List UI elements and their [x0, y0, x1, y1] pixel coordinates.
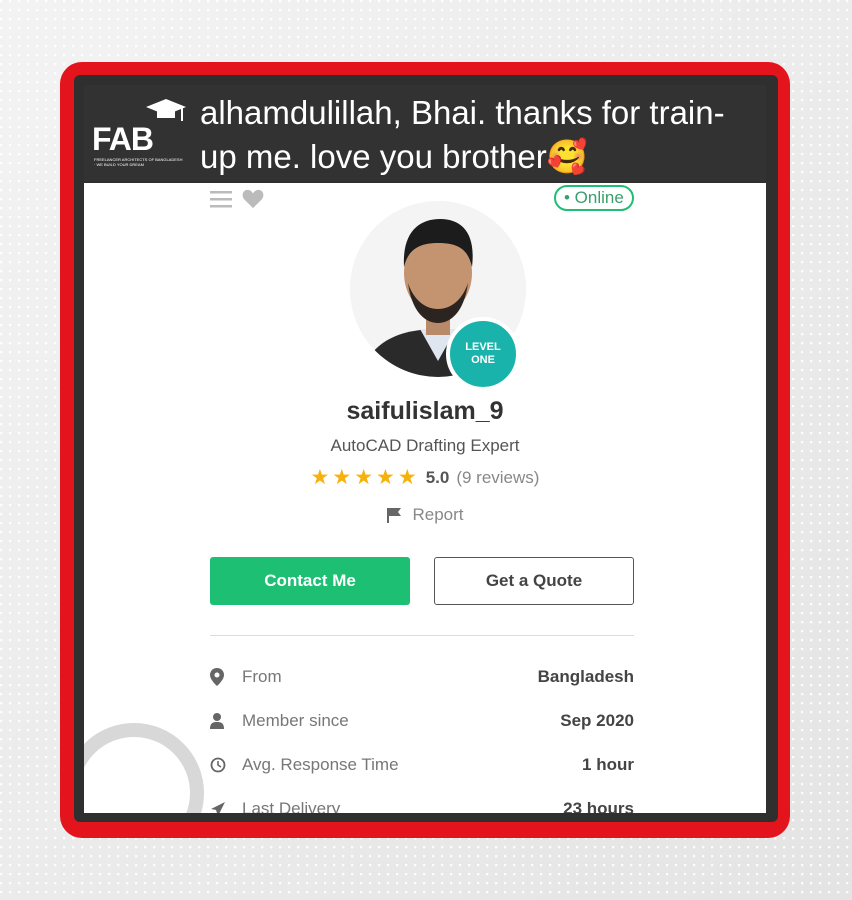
stat-label: Last Delivery	[242, 799, 341, 813]
stat-label: From	[242, 667, 282, 686]
fab-logo: FAB FREELANCER ARCHITECTS OF BANGLADESH …	[92, 97, 186, 167]
rating-row: ★ ★ ★ ★ ★ 5.0 (9 reviews)	[84, 467, 766, 488]
logo-text: FAB	[92, 121, 154, 157]
rating-value: 5.0	[425, 467, 450, 487]
contact-me-button[interactable]: Contact Me	[210, 557, 410, 605]
stat-value: Sep 2020	[560, 711, 634, 730]
star-icon: ★	[310, 466, 330, 489]
paper-plane-icon	[210, 801, 242, 813]
stat-value: 1 hour	[582, 755, 634, 774]
clock-icon	[210, 757, 242, 773]
review-count-link[interactable]: (9 reviews)	[456, 468, 539, 488]
menu-icon[interactable]	[210, 190, 232, 208]
caption-header: FAB FREELANCER ARCHITECTS OF BANGLADESH …	[84, 85, 766, 181]
stat-row-member-since: Member since Sep 2020	[210, 699, 634, 743]
testimonial-caption: alhamdulillah, Bhai. thanks for train-up…	[200, 94, 725, 175]
profile-tagline: AutoCAD Drafting Expert	[330, 436, 520, 455]
user-icon	[210, 713, 242, 729]
star-icon: ★	[376, 466, 395, 489]
location-pin-icon	[210, 668, 242, 686]
avatar-wrapper: LEVEL ONE	[350, 201, 526, 391]
card-top-icons	[210, 189, 264, 209]
star-icon: ★	[354, 466, 374, 489]
screenshot-panel: FAB FREELANCER ARCHITECTS OF BANGLADESH …	[74, 75, 778, 822]
decorative-arc	[84, 723, 204, 813]
stat-label: Member since	[242, 711, 349, 730]
star-icon: ★	[397, 466, 417, 489]
level-badge-line2: ONE	[471, 354, 495, 366]
online-status-badge: • Online	[554, 185, 634, 211]
report-link[interactable]: Report	[84, 505, 766, 525]
stat-value: Bangladesh	[537, 667, 634, 686]
profile-card: • Online LEVEL ONE saifulislam_9 AutoCAD	[84, 183, 766, 813]
report-label: Report	[412, 505, 464, 524]
level-one-badge: LEVEL ONE	[446, 317, 520, 391]
star-icon: ★	[332, 466, 352, 489]
stat-row-last-delivery: Last Delivery 23 hours	[210, 787, 634, 813]
flag-icon	[387, 508, 402, 523]
divider	[210, 635, 634, 636]
stat-label: Avg. Response Time	[242, 755, 399, 774]
username: saifulislam_9	[346, 397, 504, 425]
stat-value: 23 hours	[563, 799, 634, 813]
level-badge-line1: LEVEL	[465, 341, 501, 353]
stat-row-response-time: Avg. Response Time 1 hour	[210, 743, 634, 787]
logo-subtitle: FREELANCER ARCHITECTS OF BANGLADESH · WE…	[94, 157, 183, 167]
seller-stats: From Bangladesh Member since Sep 2020 Av…	[210, 655, 634, 813]
get-a-quote-button[interactable]: Get a Quote	[434, 557, 634, 605]
stat-row-from: From Bangladesh	[210, 655, 634, 699]
heart-icon[interactable]	[242, 189, 264, 209]
